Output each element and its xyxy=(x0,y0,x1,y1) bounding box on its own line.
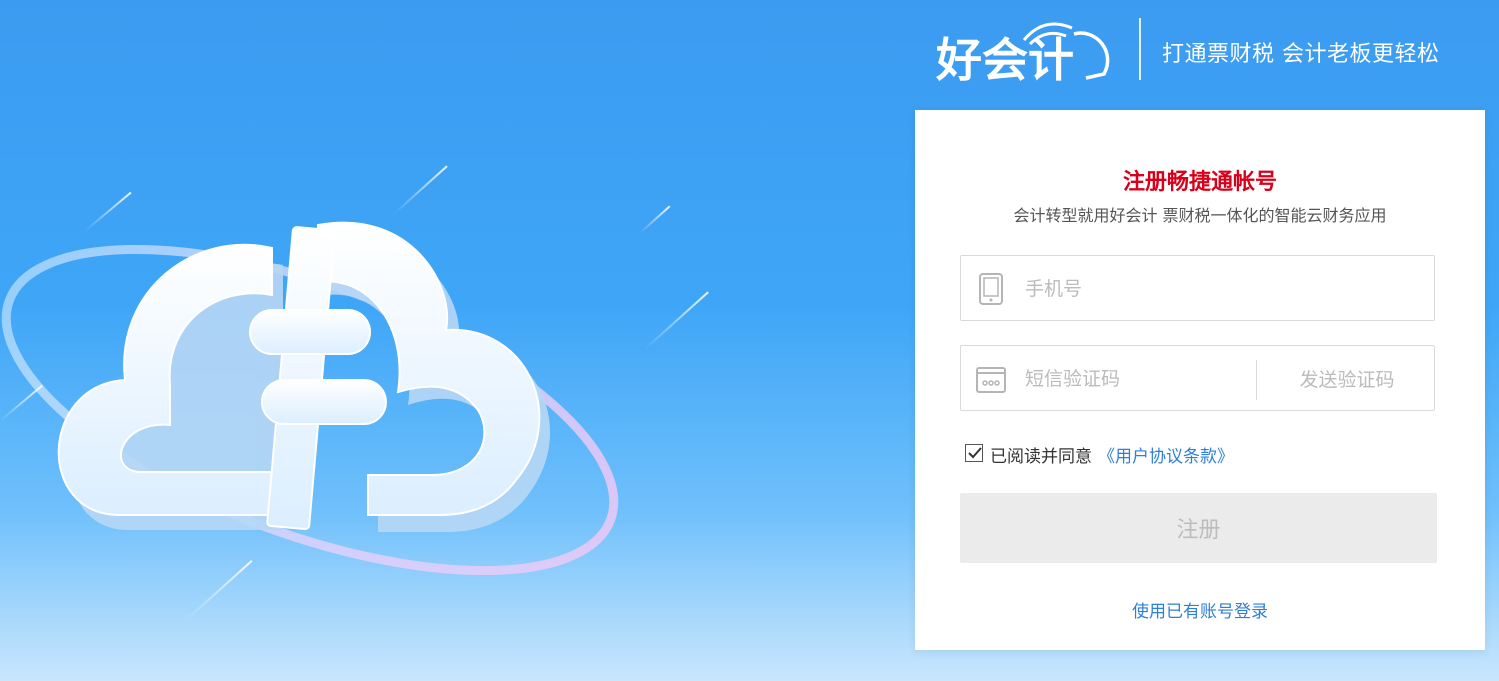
hero-illustration xyxy=(0,0,900,681)
send-code-button[interactable]: 发送验证码 xyxy=(1261,346,1433,410)
sms-field: 发送验证码 xyxy=(960,345,1435,412)
login-existing-account-link[interactable]: 使用已有账号登录 xyxy=(915,597,1485,622)
form-title: 注册畅捷通帐号 xyxy=(1122,170,1277,195)
phone-field xyxy=(960,255,1435,322)
register-panel: 注册畅捷通帐号 会计转型就用好会计 票财税一体化的智能云财务应用 发送验证码 xyxy=(915,110,1485,650)
checkmark-icon xyxy=(968,447,982,459)
agree-checkbox[interactable] xyxy=(965,444,983,462)
field-separator xyxy=(1256,360,1257,400)
mobile-phone-icon xyxy=(975,272,1007,306)
sms-code-icon xyxy=(975,362,1007,396)
brand-slogan: 打通票财税 会计老板更轻松 xyxy=(1162,42,1440,67)
haokuaiji-logo-icon: 好会计 xyxy=(936,22,1110,84)
brand-divider xyxy=(1139,18,1141,80)
phone-input[interactable] xyxy=(1023,256,1417,322)
register-button[interactable]: 注册 xyxy=(960,493,1437,563)
brand-header: 好会计 打通票财税 会计老板更轻松 xyxy=(936,12,1476,84)
cloud-logo-illustration-icon xyxy=(1,221,619,576)
sms-code-input[interactable] xyxy=(1023,346,1247,412)
user-agreement-link[interactable]: 《用户协议条款》 xyxy=(1098,442,1234,467)
form-subtitle: 会计转型就用好会计 票财税一体化的智能云财务应用 xyxy=(1013,206,1387,225)
logo-text: 好会计 xyxy=(936,33,1074,84)
agree-label: 已阅读并同意 xyxy=(990,447,1092,467)
